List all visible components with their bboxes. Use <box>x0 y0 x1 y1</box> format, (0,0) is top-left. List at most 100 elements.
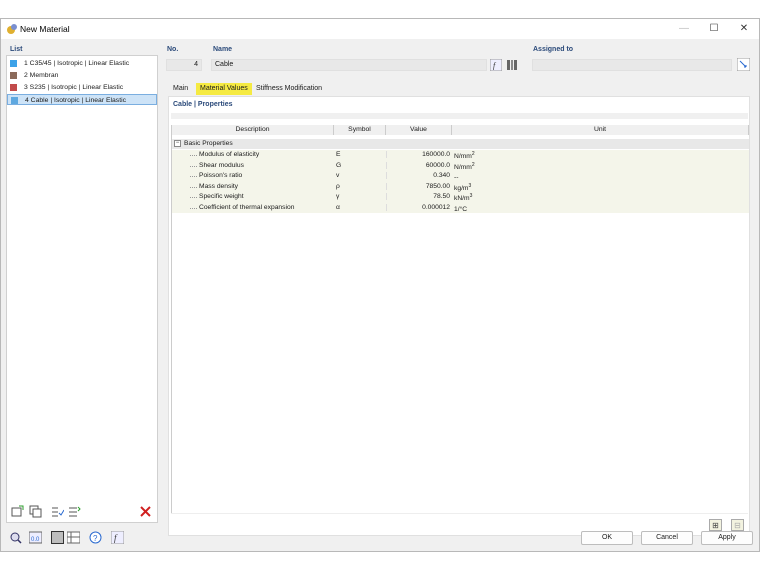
cell-symbol: E <box>336 151 341 158</box>
cell-value[interactable]: 60000.0 <box>386 161 450 169</box>
name-label: Name <box>213 46 233 53</box>
list-item[interactable]: 1 C35/45 | Isotropic | Linear Elastic <box>7 58 157 69</box>
section-title: Cable | Properties <box>173 101 233 108</box>
table-row[interactable]: Coefficient of thermal expansion α 0.00001… <box>172 202 749 213</box>
cell-unit: -- <box>454 172 458 181</box>
cell-value[interactable]: 0.340 <box>386 172 450 179</box>
tree-connector <box>190 186 197 188</box>
tree-connector <box>190 155 197 156</box>
cell-unit: kN/m3 <box>454 193 472 202</box>
table-row[interactable]: Poisson's ratio v 0.340 -- <box>172 171 749 182</box>
collapse-icon[interactable]: − <box>174 140 181 147</box>
tree-connector <box>190 207 197 209</box>
list-item-label: 1 C35/45 | Isotropic | Linear Elastic <box>24 60 130 67</box>
material-color-swatch <box>10 72 17 79</box>
tree-connector <box>190 197 197 198</box>
tab-main[interactable]: Main <box>169 83 192 95</box>
section-divider <box>171 113 748 119</box>
minimize-button[interactable]: — <box>673 21 695 37</box>
cell-unit: N/mm2 <box>454 151 475 160</box>
header-value: Value <box>386 125 452 135</box>
function-icon[interactable]: f <box>111 531 124 544</box>
material-color-swatch <box>11 97 18 104</box>
cell-description: Poisson's ratio <box>199 172 243 179</box>
title-bar: New Material — ☐ ✕ <box>1 19 759 39</box>
number-field[interactable]: 4 <box>166 59 202 71</box>
unit-base: -- <box>454 174 459 182</box>
select-objects-icon[interactable] <box>737 58 750 71</box>
info-button[interactable]: ⊞ <box>709 519 722 531</box>
close-window-button[interactable]: ✕ <box>733 21 755 37</box>
sort-list-icon[interactable] <box>68 505 81 518</box>
unit-base: kg/m <box>454 184 469 192</box>
unit-base: N/mm <box>454 153 472 161</box>
svg-text:0.0: 0.0 <box>31 537 40 543</box>
unit-exponent: 3 <box>469 193 473 199</box>
tab-stiffness-modification[interactable]: Stiffness Modification <box>252 83 326 95</box>
cell-description: Shear modulus <box>199 161 244 169</box>
cell-value[interactable]: 78.50 <box>386 193 450 200</box>
delete-icon[interactable] <box>139 505 152 518</box>
list-item[interactable]: 4 Cable | Isotropic | Linear Elastic <box>7 94 157 105</box>
table-row[interactable]: Mass density ρ 7850.00 kg/m3 <box>172 181 749 192</box>
list-label: List <box>10 46 23 53</box>
svg-text:?: ? <box>93 534 98 543</box>
unit-base: kN/m <box>454 195 470 203</box>
cell-value[interactable]: 7850.00 <box>386 182 450 190</box>
ok-button[interactable]: OK <box>581 531 633 545</box>
header-description: Description <box>172 125 334 135</box>
group-label: Basic Properties <box>184 140 233 147</box>
cell-description: Coefficient of thermal expansion <box>199 203 295 211</box>
search-icon[interactable] <box>9 531 22 544</box>
material-app-icon <box>7 24 17 34</box>
copy-material-icon[interactable] <box>29 505 42 518</box>
tree-connector <box>190 165 197 167</box>
tree-connector <box>190 176 197 177</box>
cell-unit: N/mm2 <box>454 162 475 171</box>
header-symbol: Symbol <box>334 125 386 135</box>
list-item-label: 3 S235 | Isotropic | Linear Elastic <box>24 84 124 91</box>
table-row[interactable]: Specific weight γ 78.50 kN/m3 <box>172 192 749 203</box>
header-unit: Unit <box>452 125 749 135</box>
cell-description: Modulus of elasticity <box>199 151 260 158</box>
list-item[interactable]: 3 S235 | Isotropic | Linear Elastic <box>7 82 157 93</box>
cell-symbol: G <box>336 161 342 169</box>
no-label: No. <box>167 46 179 53</box>
unit-base: N/mm <box>454 163 472 171</box>
material-list: 1 C35/45 | Isotropic | Linear Elastic 2 M… <box>6 55 158 523</box>
assigned-to-field[interactable] <box>532 59 732 71</box>
check-list-icon[interactable] <box>51 505 64 518</box>
table-row[interactable]: Modulus of elasticity E 160000.0 N/mm2 <box>172 150 749 161</box>
cell-symbol: γ <box>336 193 340 200</box>
unit-exponent: 2 <box>471 161 475 168</box>
decimal-display-icon[interactable]: 0.0 <box>29 531 42 544</box>
cancel-button[interactable]: Cancel <box>641 531 693 545</box>
formula-edit-icon[interactable]: f <box>490 59 502 71</box>
reset-button[interactable]: ⊟ <box>731 519 744 531</box>
unit-base: 1/°C <box>454 205 468 213</box>
tab-material-values[interactable]: Material Values <box>196 83 252 95</box>
library-icon[interactable] <box>506 59 518 71</box>
list-item[interactable]: 2 Membran <box>7 70 157 81</box>
maximize-button[interactable]: ☐ <box>703 21 725 37</box>
apply-button[interactable]: Apply <box>701 531 753 545</box>
material-color-swatch <box>10 60 17 67</box>
cell-symbol: v <box>336 172 340 179</box>
table-units-icon[interactable] <box>67 531 80 544</box>
help-icon[interactable]: ? <box>89 531 102 544</box>
color-box-icon[interactable] <box>51 531 64 544</box>
list-item-label: 4 Cable | Isotropic | Linear Elastic <box>25 97 127 104</box>
group-row-basic-properties[interactable]: − Basic Properties <box>172 139 749 149</box>
cell-symbol: ρ <box>336 182 340 190</box>
properties-grid: Description Symbol Value Unit − Basic Pr… <box>171 125 749 513</box>
material-values-panel: Cable | Properties Description Symbol Va… <box>168 96 750 536</box>
name-field[interactable]: Cable <box>211 59 487 71</box>
cell-value[interactable]: 160000.0 <box>386 151 450 158</box>
new-material-icon[interactable] <box>11 505 24 518</box>
cell-value[interactable]: 0.000012 <box>386 203 450 211</box>
cell-description: Mass density <box>199 182 239 190</box>
material-dialog: New Material — ☐ ✕ List 1 C35/45 | Isotr… <box>0 18 760 552</box>
table-row[interactable]: Shear modulus G 60000.0 N/mm2 <box>172 160 749 171</box>
cell-unit: kg/m3 <box>454 183 471 192</box>
unit-exponent: 2 <box>471 151 475 157</box>
